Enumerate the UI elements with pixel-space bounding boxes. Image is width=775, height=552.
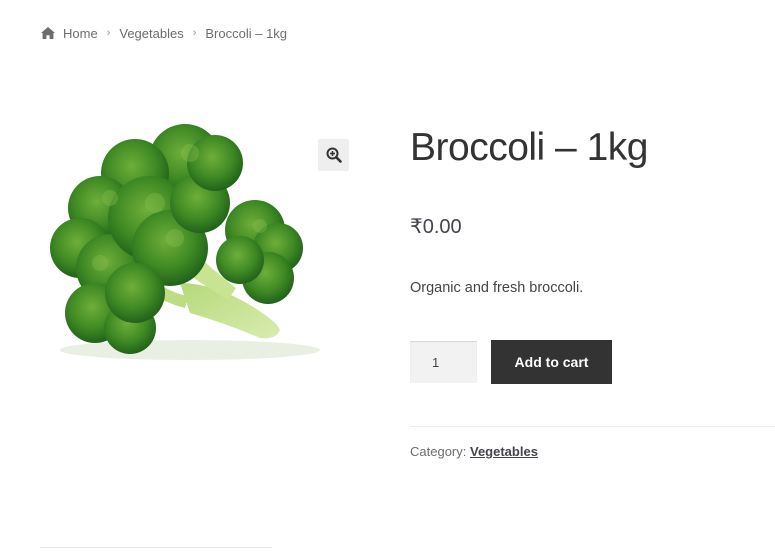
add-to-cart-button[interactable]: Add to cart: [491, 340, 612, 384]
divider: [410, 426, 775, 427]
product-title: Broccoli – 1kg: [410, 126, 648, 169]
magnifier-plus-icon: [326, 147, 342, 163]
breadcrumb-current: Broccoli – 1kg: [205, 25, 288, 41]
home-icon[interactable]: [40, 26, 56, 40]
product-price: ₹0.00: [410, 216, 462, 238]
breadcrumb: Home › Vegetables › Broccoli – 1kg: [40, 22, 287, 44]
product-description: Organic and fresh broccoli.: [410, 280, 584, 296]
product-meta: Category: Vegetables: [410, 444, 538, 459]
category-label: Category:: [410, 444, 467, 459]
zoom-button[interactable]: [318, 139, 349, 171]
breadcrumb-separator: ›: [192, 27, 197, 39]
quantity-input[interactable]: [410, 341, 477, 383]
divider: [40, 547, 272, 548]
breadcrumb-vegetables-link[interactable]: Vegetables: [119, 26, 183, 41]
product-gallery[interactable]: [40, 118, 350, 363]
category-link[interactable]: Vegetables: [470, 444, 538, 459]
breadcrumb-home-link[interactable]: Home: [63, 26, 98, 41]
product-image[interactable]: [40, 118, 350, 363]
breadcrumb-separator: ›: [106, 27, 111, 39]
